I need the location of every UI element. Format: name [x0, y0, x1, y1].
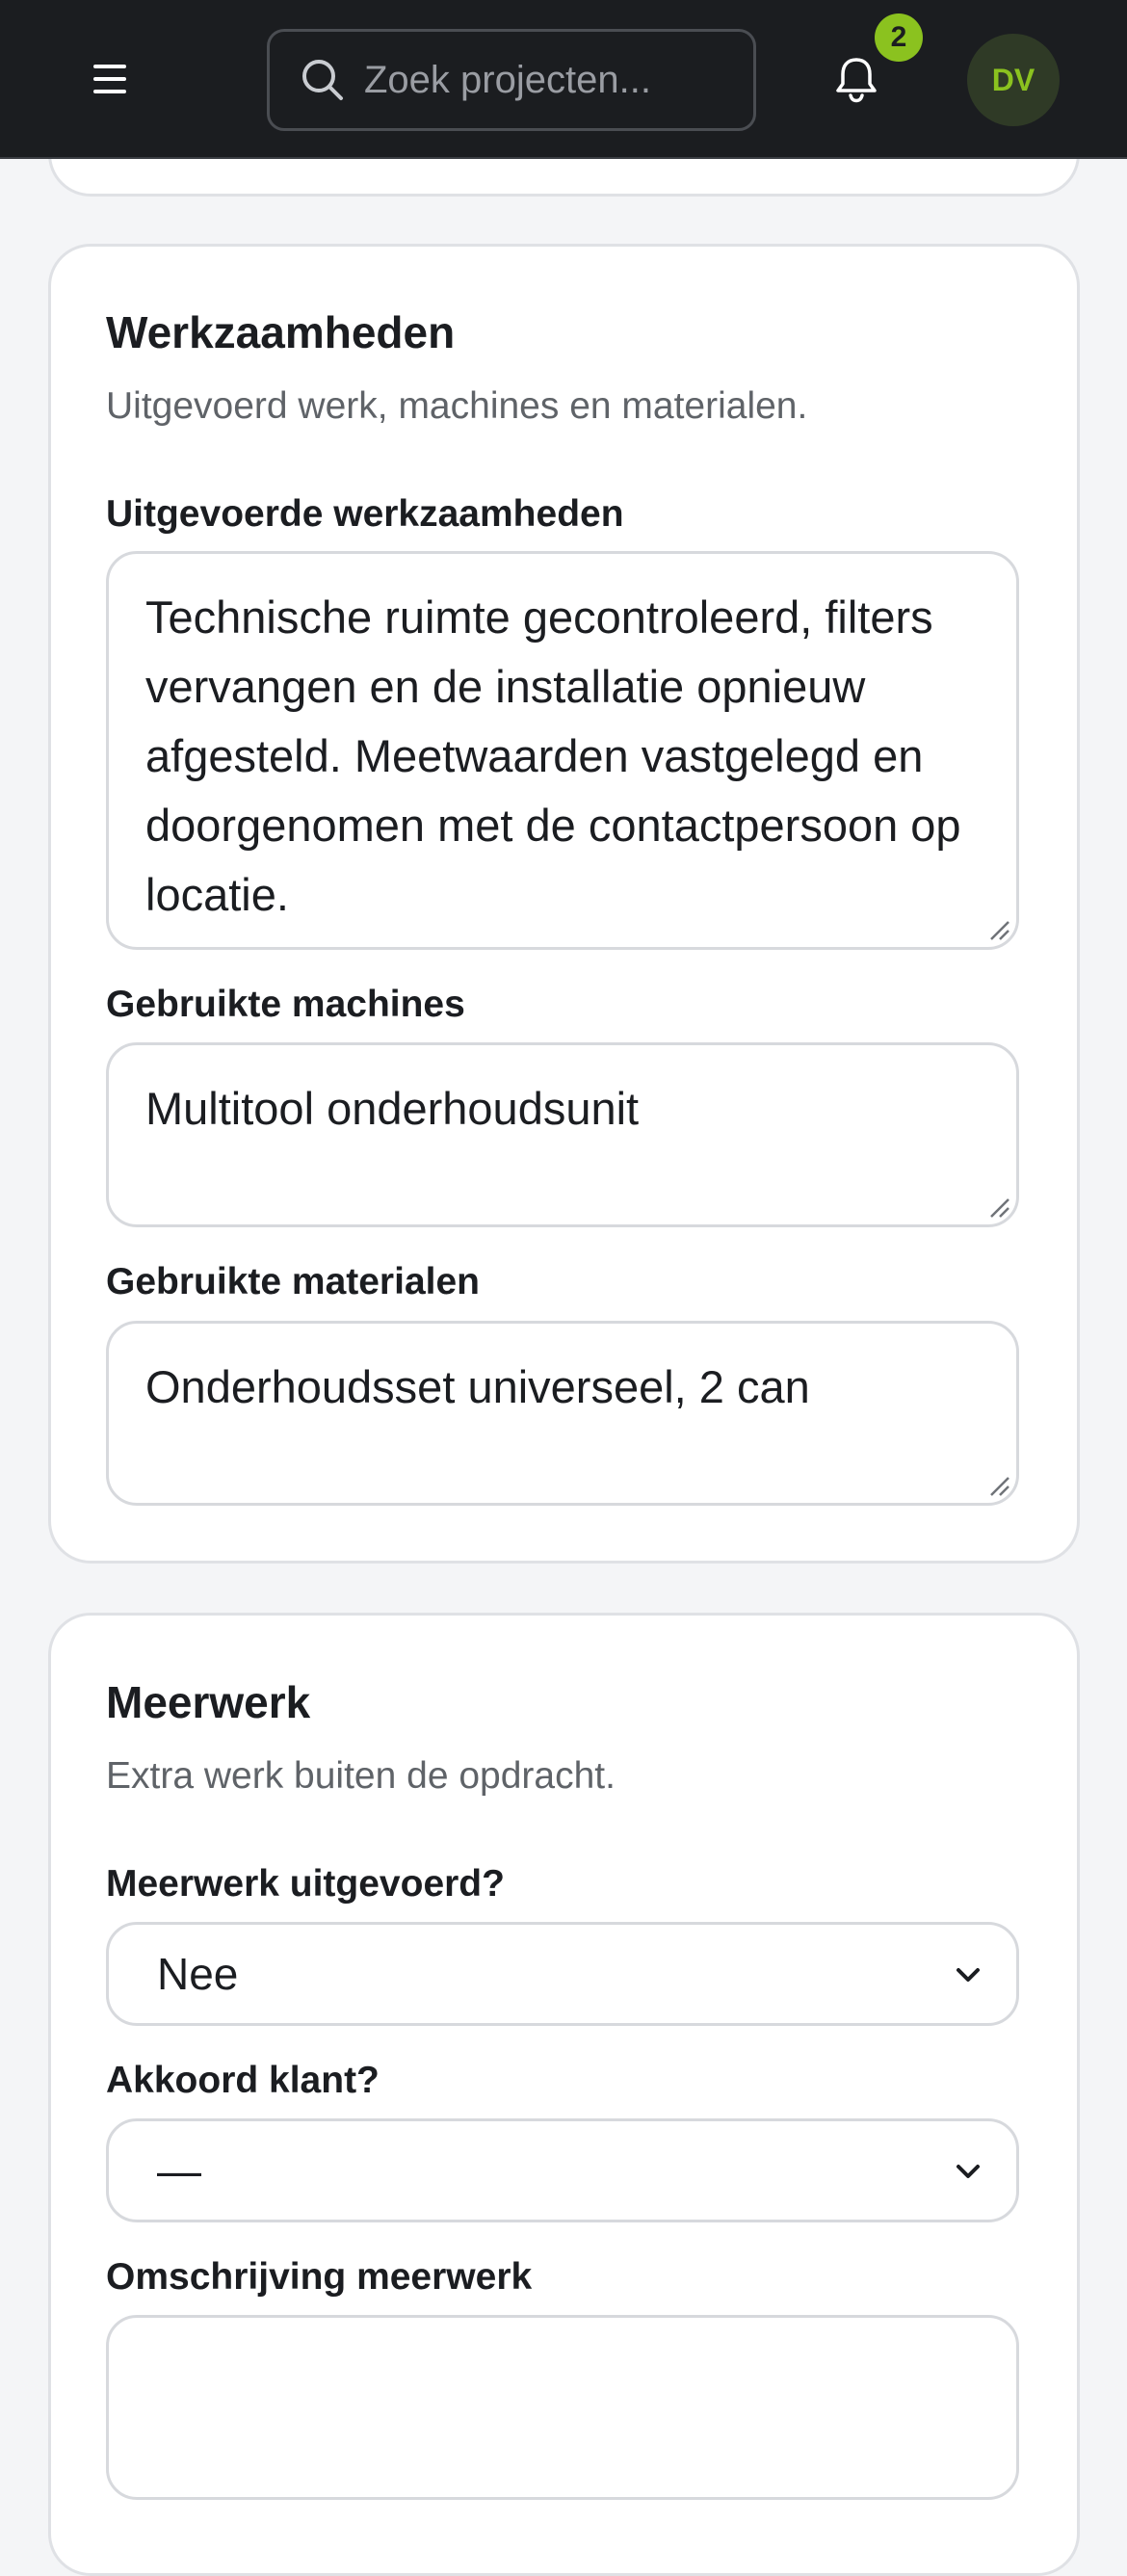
akkoord-klant-select[interactable]: —: [106, 2118, 1019, 2222]
meerwerk-uitgevoerd-select[interactable]: Nee: [106, 1922, 1019, 2026]
uitgevoerde-werkzaamheden-label: Uitgevoerde werkzaamheden: [106, 493, 624, 535]
werkzaamheden-title: Werkzaamheden: [106, 307, 456, 357]
resize-handle-icon[interactable]: [987, 1196, 1012, 1221]
uitgevoerde-werkzaamheden-value: Technische ruimte gecontroleerd, filters…: [145, 591, 961, 920]
omschrijving-meerwerk-textarea[interactable]: [106, 2315, 1019, 2500]
resize-handle-icon[interactable]: [987, 1474, 1012, 1499]
gebruikte-machines-label: Gebruikte machines: [106, 984, 465, 1025]
menu-icon[interactable]: [79, 48, 141, 110]
menu-icon-bar: [93, 77, 126, 81]
meerwerk-subtitle: Extra werk buiten de opdracht.: [106, 1755, 616, 1797]
notifications-button[interactable]: [826, 48, 887, 110]
meerwerk-uitgevoerd-label: Meerwerk uitgevoerd?: [106, 1863, 505, 1905]
uitgevoerde-werkzaamheden-textarea[interactable]: Technische ruimte gecontroleerd, filters…: [106, 551, 1019, 950]
meerwerk-uitgevoerd-value: Nee: [157, 1949, 239, 1999]
akkoord-klant-label: Akkoord klant?: [106, 2060, 380, 2101]
akkoord-klant-value: —: [157, 2145, 201, 2195]
menu-icon-bar: [93, 90, 126, 93]
top-bar: 2 DV: [0, 0, 1127, 159]
search-box[interactable]: [267, 29, 756, 131]
gebruikte-materialen-textarea[interactable]: Onderhoudsset universeel, 2 can: [106, 1321, 1019, 1506]
search-input[interactable]: [364, 58, 653, 102]
search-icon: [302, 60, 343, 100]
gebruikte-materialen-value: Onderhoudsset universeel, 2 can: [145, 1361, 810, 1412]
chevron-down-icon: [957, 2165, 980, 2178]
bell-icon: [836, 58, 877, 103]
gebruikte-machines-textarea[interactable]: Multitool onderhoudsunit: [106, 1042, 1019, 1227]
gebruikte-machines-value: Multitool onderhoudsunit: [145, 1083, 640, 1134]
werkzaamheden-subtitle: Uitgevoerd werk, machines en materialen.: [106, 385, 808, 427]
meerwerk-title: Meerwerk: [106, 1677, 311, 1727]
resize-handle-icon[interactable]: [987, 918, 1012, 943]
notification-count-badge: 2: [875, 13, 923, 62]
omschrijving-meerwerk-label: Omschrijving meerwerk: [106, 2256, 533, 2298]
gebruikte-materialen-label: Gebruikte materialen: [106, 1261, 480, 1302]
menu-icon-bar: [93, 65, 126, 68]
avatar[interactable]: DV: [967, 34, 1060, 126]
chevron-down-icon: [957, 1968, 980, 1982]
